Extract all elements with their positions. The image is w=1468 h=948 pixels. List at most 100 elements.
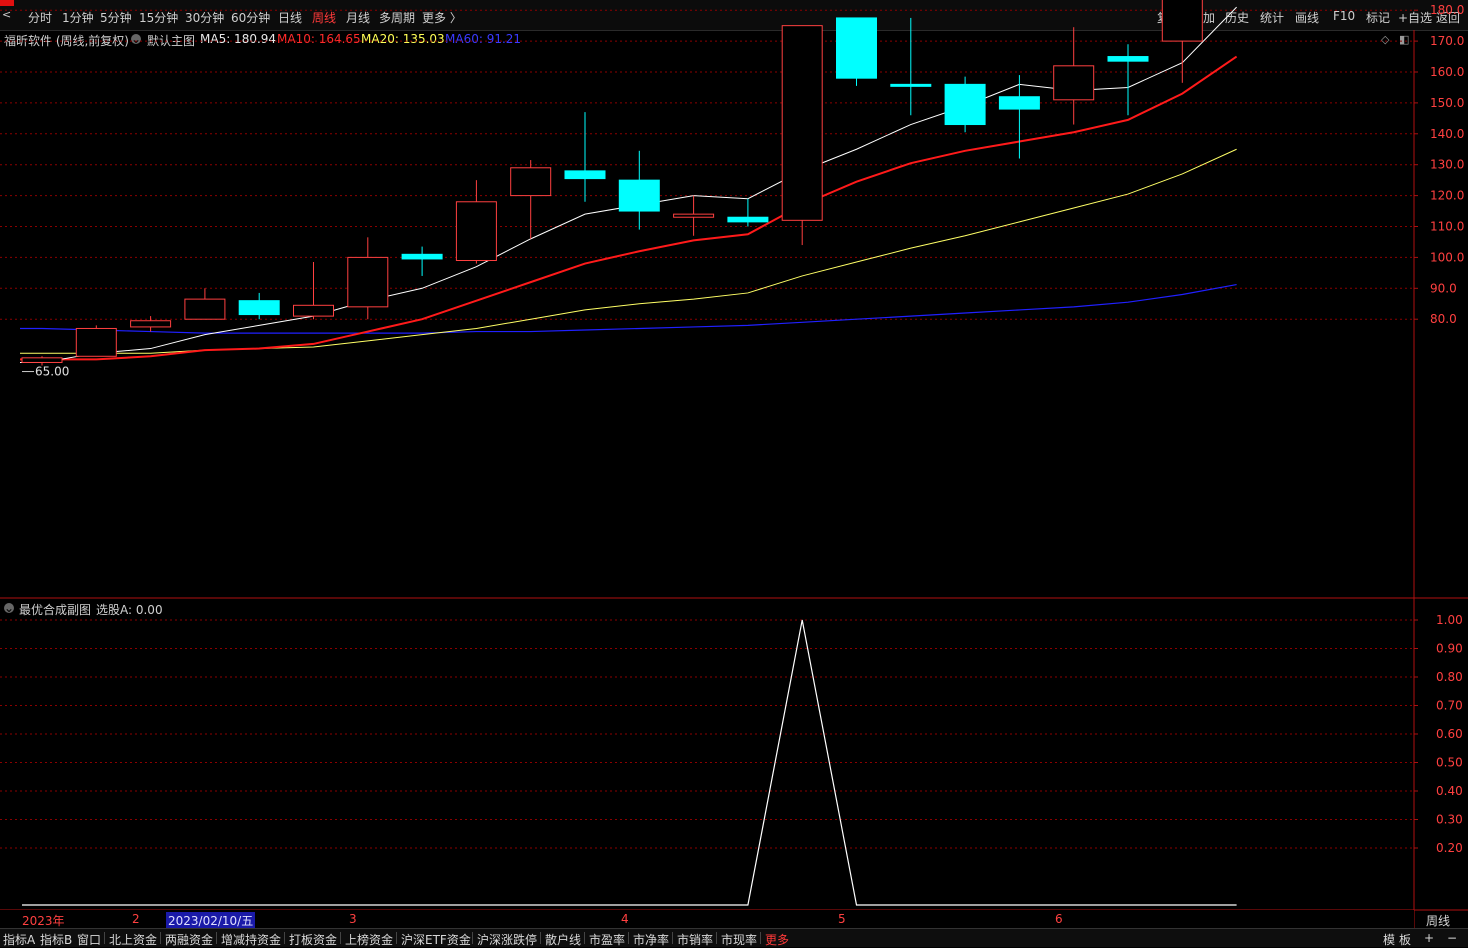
board-button[interactable]: 板 xyxy=(1399,931,1411,948)
y-tick-label: 120.0 xyxy=(1430,189,1464,203)
tab-limit-stats[interactable]: 沪深涨跌停 xyxy=(477,931,537,948)
xuangu-a-line xyxy=(22,619,1237,906)
y-tick-label: 100.0 xyxy=(1430,250,1464,264)
y-tick-label: 0.60 xyxy=(1436,727,1463,741)
candle-body xyxy=(1161,0,1203,42)
candle-body xyxy=(564,170,606,180)
candle-body xyxy=(238,300,280,316)
tab-separator xyxy=(160,932,161,944)
candle xyxy=(184,288,226,320)
tab-separator xyxy=(540,932,541,944)
candle-body xyxy=(618,179,660,212)
time-label-feb: 2 xyxy=(132,912,140,926)
y-tick-label: 0.40 xyxy=(1436,784,1463,798)
candle xyxy=(618,150,660,230)
time-label-jun: 6 xyxy=(1055,912,1063,926)
y-tick-label: 170.0 xyxy=(1430,34,1464,48)
zoom-in-button[interactable]: + xyxy=(1424,931,1434,945)
kline-chart[interactable]: 80.0 90.0 100.0 110.0 120.0 130.0 140.0 150.0 16… xyxy=(0,0,1468,946)
candle xyxy=(510,160,552,239)
tab-indicator-a[interactable]: 指标A xyxy=(3,931,35,948)
tab-pcf[interactable]: 市现率 xyxy=(721,931,757,948)
tab-separator xyxy=(584,932,585,944)
low-price-label: 65.00 xyxy=(35,365,69,379)
indicator-tab-bar: 指标A 指标B 窗口 北上资金 两融资金 增减持资金 打板资金 上榜资金 沪深E… xyxy=(0,928,1468,947)
y-tick-label: 130.0 xyxy=(1430,158,1464,172)
candle-body xyxy=(130,320,172,328)
candle xyxy=(455,180,497,264)
candle xyxy=(293,262,334,320)
candle-body xyxy=(781,25,823,221)
y-tick-label: 0.90 xyxy=(1436,642,1463,656)
tab-separator xyxy=(716,932,717,944)
tab-indicator-b[interactable]: 指标B xyxy=(40,931,72,948)
candle-body xyxy=(944,83,986,126)
candle-body xyxy=(184,298,226,320)
period-indicator: 周线 xyxy=(1426,914,1451,928)
candle-body xyxy=(510,167,552,197)
y-tick-label: 0.20 xyxy=(1436,841,1463,855)
time-axis: 2023年 2 2023/02/10/五 3 4 5 6 xyxy=(0,910,1414,929)
candle xyxy=(1107,44,1149,116)
tab-pe[interactable]: 市盈率 xyxy=(589,931,625,948)
time-label-mar: 3 xyxy=(349,912,357,926)
y-tick-label: 80.0 xyxy=(1430,312,1457,326)
candle xyxy=(130,316,172,332)
tab-pb[interactable]: 市净率 xyxy=(633,931,669,948)
candle-body xyxy=(998,96,1040,110)
candle xyxy=(727,198,769,227)
candle-body xyxy=(1053,65,1095,101)
candle xyxy=(998,75,1040,159)
tab-northbound[interactable]: 北上资金 xyxy=(109,931,157,948)
tab-separator xyxy=(284,932,285,944)
tab-toplist-funds[interactable]: 上榜资金 xyxy=(345,931,393,948)
candle xyxy=(836,17,877,86)
tab-separator xyxy=(672,932,673,944)
tab-more[interactable]: 更多 xyxy=(765,931,789,948)
candle-body xyxy=(347,256,389,308)
y-tick-label: 110.0 xyxy=(1430,220,1464,234)
tab-limit-up-funds[interactable]: 打板资金 xyxy=(289,931,337,948)
candle xyxy=(564,112,606,202)
y-tick-label: 180.0 xyxy=(1430,3,1464,17)
candle xyxy=(944,76,986,133)
tab-etf-funds[interactable]: 沪深ETF资金 xyxy=(401,931,471,948)
tab-separator xyxy=(760,932,761,944)
candle-body xyxy=(75,327,117,357)
tab-holding-change[interactable]: 增减持资金 xyxy=(221,931,281,948)
mode-button[interactable]: 模 xyxy=(1383,931,1395,948)
tab-separator xyxy=(104,932,105,944)
y-tick-label: 0.70 xyxy=(1436,699,1463,713)
tab-margin[interactable]: 两融资金 xyxy=(165,931,213,948)
candle xyxy=(1053,27,1095,125)
candle-body xyxy=(401,253,443,260)
candle xyxy=(347,237,389,320)
candle-body xyxy=(1107,56,1149,62)
candle-body xyxy=(727,216,769,223)
candle-body xyxy=(293,304,334,317)
time-label-may: 5 xyxy=(838,912,846,926)
candle xyxy=(673,195,715,236)
tab-retail-line[interactable]: 散户线 xyxy=(545,931,581,948)
tab-separator xyxy=(340,932,341,944)
tab-window[interactable]: 窗口 xyxy=(77,931,101,948)
y-tick-label: 160.0 xyxy=(1430,65,1464,79)
candle xyxy=(75,325,117,357)
candle-body xyxy=(455,201,497,261)
candle xyxy=(890,17,932,116)
y-tick-label: 0.80 xyxy=(1436,670,1463,684)
cursor-date-label: 2023/02/10/五 xyxy=(166,912,256,929)
y-tick-label: 0.30 xyxy=(1436,813,1463,827)
y-tick-label: 1.00 xyxy=(1436,613,1463,627)
candle xyxy=(238,292,280,320)
y-tick-label: 0.50 xyxy=(1436,756,1463,770)
zoom-out-button[interactable]: − xyxy=(1447,931,1457,945)
tab-ps[interactable]: 市销率 xyxy=(677,931,713,948)
candle-body xyxy=(890,83,932,87)
time-label-year: 2023年 xyxy=(22,914,65,928)
y-tick-label: 150.0 xyxy=(1430,96,1464,110)
candle xyxy=(1161,0,1203,83)
candle xyxy=(781,25,823,246)
y-tick-label: 140.0 xyxy=(1430,127,1464,141)
y-tick-label: 90.0 xyxy=(1430,281,1457,295)
